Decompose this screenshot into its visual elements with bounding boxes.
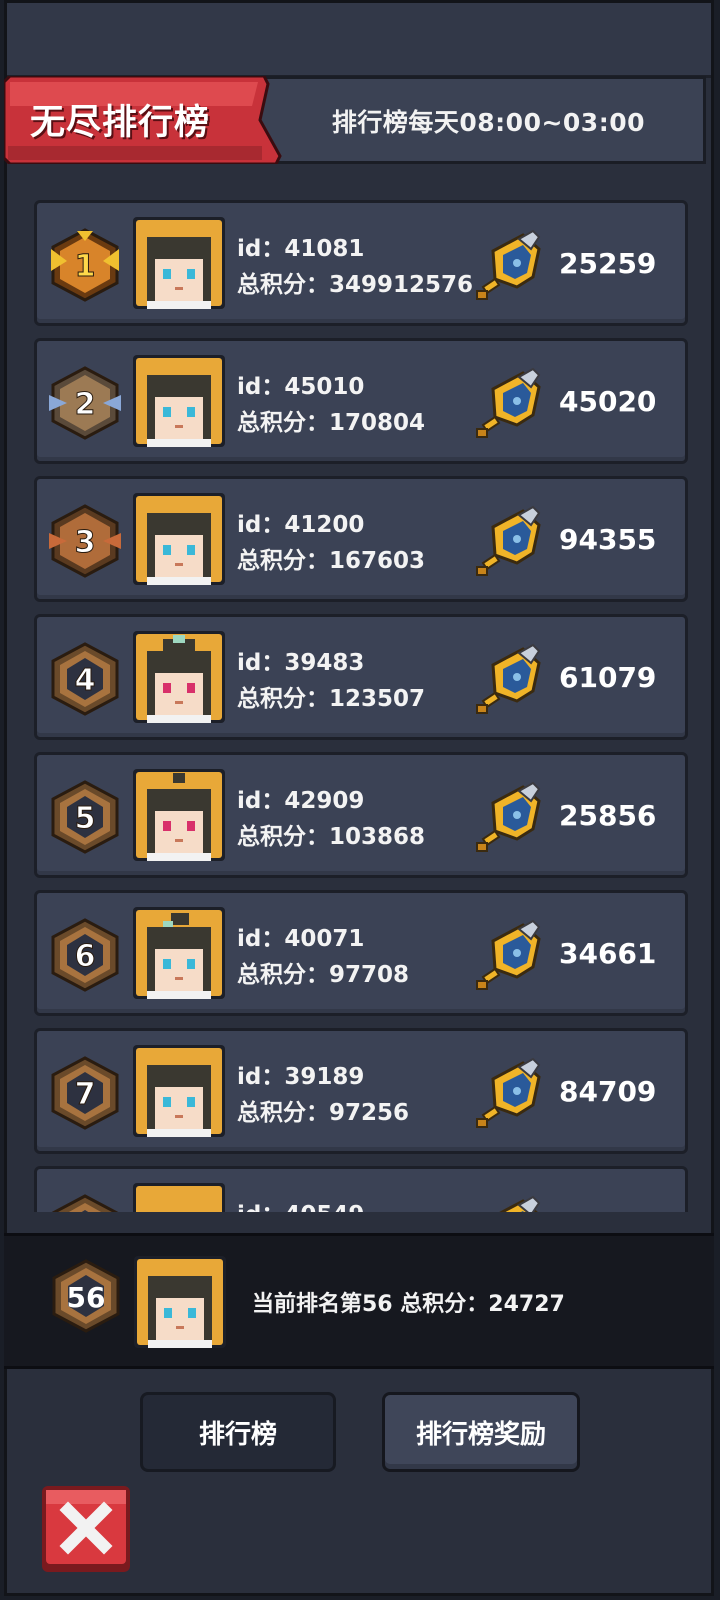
player-power: 94355 — [559, 523, 657, 556]
sword-icon — [473, 505, 547, 579]
svg-text:4: 4 — [75, 663, 96, 698]
leaderboard-row[interactable]: 3 id：41200 总积分：167603 94355 — [34, 476, 688, 602]
schedule-text: 排行榜每天08:00~03:00 — [331, 108, 645, 137]
player-info: id：39189 总积分：97256 — [237, 1059, 487, 1131]
player-avatar[interactable] — [133, 355, 225, 447]
player-id: id：41081 — [237, 236, 365, 262]
rank-badge: 6 — [47, 917, 123, 993]
sword-icon — [473, 1195, 547, 1212]
rewards-tab-button[interactable]: 排行榜奖励 — [382, 1392, 580, 1472]
player-avatar[interactable] — [133, 631, 225, 723]
leaderboard-row[interactable]: 2 id：45010 总积分：170804 45020 — [34, 338, 688, 464]
player-power: 25259 — [559, 247, 657, 280]
player-id: id：42909 — [237, 788, 365, 814]
player-avatar[interactable] — [133, 493, 225, 585]
sword-icon — [473, 367, 547, 441]
player-info: id：41200 总积分：167603 — [237, 507, 487, 579]
player-info: id：42909 总积分：103868 — [237, 783, 487, 855]
player-info: id：40549 — [237, 1197, 487, 1212]
player-info: id：39483 总积分：123507 — [237, 645, 487, 717]
player-total-score: 总积分：123507 — [237, 686, 426, 712]
player-id: id：40549 — [237, 1197, 487, 1212]
player-id: id：45010 — [237, 374, 365, 400]
leaderboard-row[interactable]: 8 id：40549 — [34, 1166, 688, 1212]
leaderboard-header: 排行榜每天08:00~03:00 无尽排行榜 — [2, 74, 706, 166]
player-total-score: 总积分：170804 — [237, 410, 426, 436]
rank-badge: 4 — [47, 641, 123, 717]
player-avatar[interactable] — [133, 769, 225, 861]
ranking-list[interactable]: 1 id：41081 总积分：349912576 25259 2 id：45010 总积分：… — [34, 200, 688, 1212]
player-total-score: 总积分：167603 — [237, 548, 426, 574]
leaderboard-tab-button[interactable]: 排行榜 — [140, 1392, 336, 1472]
player-total-score: 总积分：97256 — [237, 1100, 410, 1126]
leaderboard-row[interactable]: 1 id：41081 总积分：349912576 25259 — [34, 200, 688, 326]
player-power: 45020 — [559, 385, 657, 418]
player-info: id：41081 总积分：349912576 — [237, 231, 487, 303]
leaderboard-row[interactable]: 6 id：40071 总积分：97708 34661 — [34, 890, 688, 1016]
player-id: id：41200 — [237, 512, 365, 538]
player-id: id：39189 — [237, 1064, 365, 1090]
svg-text:5: 5 — [75, 801, 96, 836]
svg-text:56: 56 — [67, 1281, 106, 1314]
rank-badge: 1 — [47, 227, 123, 303]
close-button[interactable] — [40, 1484, 132, 1574]
title-ribbon: 无尽排行榜 — [2, 74, 286, 166]
player-avatar[interactable] — [133, 217, 225, 309]
svg-text:3: 3 — [75, 525, 96, 560]
close-icon — [42, 1486, 130, 1572]
sword-icon — [473, 643, 547, 717]
player-power: 84709 — [559, 1075, 657, 1108]
svg-text:1: 1 — [75, 249, 96, 284]
player-info: id：45010 总积分：170804 — [237, 369, 487, 441]
svg-text:2: 2 — [75, 387, 96, 422]
rank-badge: 7 — [47, 1055, 123, 1131]
sword-icon — [473, 919, 547, 993]
my-rank-badge: 56 — [48, 1258, 124, 1334]
my-avatar — [134, 1256, 226, 1348]
rank-badge: 8 — [47, 1193, 123, 1212]
my-rank-bar: 56 当前排名第56 总积分：24727 — [4, 1233, 714, 1369]
player-power: 34661 — [559, 937, 657, 970]
player-power: 25856 — [559, 799, 657, 832]
player-id: id：40071 — [237, 926, 365, 952]
svg-text:6: 6 — [75, 939, 96, 974]
player-avatar[interactable] — [133, 1045, 225, 1137]
sword-icon — [473, 1057, 547, 1131]
player-info: id：40071 总积分：97708 — [237, 921, 487, 993]
rank-badge: 2 — [47, 365, 123, 441]
player-avatar[interactable] — [133, 907, 225, 999]
leaderboard-row[interactable]: 7 id：39189 总积分：97256 84709 — [34, 1028, 688, 1154]
my-rank-text: 当前排名第56 总积分：24727 — [252, 1292, 565, 1317]
leaderboard-row[interactable]: 5 id：42909 总积分：103868 25856 — [34, 752, 688, 878]
rank-badge: 3 — [47, 503, 123, 579]
player-total-score: 总积分：349912576 — [237, 272, 474, 298]
sword-icon — [473, 229, 547, 303]
player-id: id：39483 — [237, 650, 365, 676]
sword-icon — [473, 781, 547, 855]
rank-badge: 5 — [47, 779, 123, 855]
page-title: 无尽排行榜 — [30, 103, 211, 143]
player-power: 61079 — [559, 661, 657, 694]
player-avatar[interactable] — [133, 1183, 225, 1212]
leaderboard-row[interactable]: 4 id：39483 总积分：123507 61079 — [34, 614, 688, 740]
player-total-score: 总积分：97708 — [237, 962, 410, 988]
panel-top-strip — [7, 3, 711, 78]
player-total-score: 总积分：103868 — [237, 824, 426, 850]
header-info-bar: 排行榜每天08:00~03:00 — [254, 76, 706, 164]
svg-text:7: 7 — [75, 1077, 96, 1112]
